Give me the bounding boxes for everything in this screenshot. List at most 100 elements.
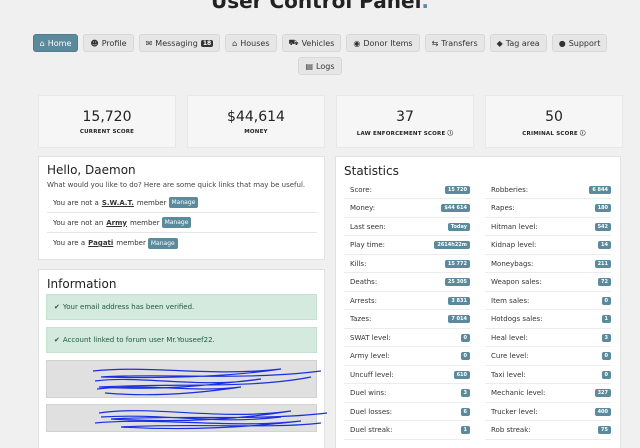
stat-row-value-badge: 15 720 xyxy=(444,185,470,194)
stat-row-label: Trucker level: xyxy=(491,407,538,416)
stat-row-label: Deaths: xyxy=(350,278,378,286)
manage-army-button[interactable]: Manage xyxy=(161,217,192,228)
stat-row-label: Taxi level: xyxy=(491,370,526,379)
stat-row-label: Hotdogs sales: xyxy=(491,315,543,323)
stat-row-label: Uncuff level: xyxy=(350,370,394,379)
membership-text: member xyxy=(136,198,167,207)
nav-support-button[interactable]: ● Support xyxy=(551,34,608,52)
stat-row: Trucker level: 400 xyxy=(485,403,611,421)
group-link[interactable]: S.W.A.T. xyxy=(102,199,134,207)
stat-row-value-badge: 72 xyxy=(598,278,611,286)
nav-tag-area-button[interactable]: ◆ Tag area xyxy=(489,34,547,52)
nav-houses-button[interactable]: ⌂ Houses xyxy=(225,34,277,52)
statistics-card: Statistics Score: 15 720 Money: $44 614 Last… xyxy=(335,156,621,448)
membership-row: You are not an Army member Manage xyxy=(47,213,317,233)
nav-bar-row-2: ▤ Logs xyxy=(0,57,640,75)
car-icon: ⛟ xyxy=(288,38,299,47)
stat-row-label: Army level: xyxy=(350,352,390,360)
stat-row-label: Kidnap level: xyxy=(491,241,537,249)
stat-row: Tazes: 7 014 xyxy=(344,311,470,329)
membership-text: You are a xyxy=(53,239,86,247)
stat-row: Play time: 2614h22m xyxy=(344,237,470,255)
information-title: Information xyxy=(47,277,117,291)
stat-row: Moneybags: 211 xyxy=(485,255,611,273)
stat-row-value-badge: 0 xyxy=(601,370,611,379)
stat-row-value-badge: 0 xyxy=(601,296,611,305)
check-circle-icon: ✔ xyxy=(54,336,60,344)
nav-vehicles-button[interactable]: ⛟ Vehicles xyxy=(281,34,342,52)
manage-swat-button[interactable]: Manage xyxy=(168,197,199,208)
stat-row: Deaths: 25 305 xyxy=(344,274,470,292)
stat-row: Uncuff level: 610 xyxy=(344,366,470,384)
current-score-card: 15,720 CURRENT SCORE xyxy=(38,95,176,148)
messages-count-badge: 18 xyxy=(200,39,214,47)
stat-row-label: Robberies: xyxy=(491,185,529,194)
stat-value: 37 xyxy=(396,109,414,125)
stat-label: CRIMINAL SCORE ⓘ xyxy=(522,131,586,137)
home-icon: ⌂ xyxy=(232,38,238,48)
stat-row-value-badge: 3 xyxy=(601,333,611,342)
stat-row-value-badge: 610 xyxy=(453,370,470,379)
stat-row: Duel wins: 3 xyxy=(344,385,470,403)
information-card: Information ✔ Your email address has been… xyxy=(38,269,328,448)
stat-row: SWAT level: 0 xyxy=(344,329,470,347)
stat-row-label: Duel streak: xyxy=(350,426,393,434)
nav-home-button[interactable]: ⌂ Home xyxy=(32,34,79,52)
forum-linked-alert: ✔ Account linked to forum user Mr.Youseef… xyxy=(46,327,317,353)
membership-text: member xyxy=(130,218,160,227)
stat-row: Item sales: 0 xyxy=(485,292,611,310)
stat-row-value-badge: 400 xyxy=(594,407,611,416)
stat-row-value-badge: 1 xyxy=(460,426,470,434)
money-card: $44,614 MONEY xyxy=(187,95,325,148)
stat-row: Money: $44 614 xyxy=(344,200,470,218)
stat-row-label: Moneybags: xyxy=(491,259,534,268)
stat-row-value-badge: 0 xyxy=(460,352,470,360)
page-title: User Control Panel. xyxy=(210,0,430,13)
group-link[interactable]: Pagati xyxy=(88,239,113,247)
stat-row-label: Rob streak: xyxy=(491,426,531,434)
stat-row: Hotdogs sales: 1 xyxy=(485,311,611,329)
membership-text: You are not an xyxy=(53,218,104,227)
stat-row: Cure level: 0 xyxy=(485,348,611,366)
statistics-title: Statistics xyxy=(344,164,399,178)
stat-row: Heal level: 3 xyxy=(485,329,611,347)
stat-row-value-badge: 542 xyxy=(594,222,611,231)
nav-messaging-button[interactable]: ✉ Messaging 18 xyxy=(138,34,221,52)
stat-row-value-badge: 15 772 xyxy=(444,259,470,268)
stat-row-value-badge: 3 831 xyxy=(448,296,470,305)
stat-row: Kidnap level: 14 xyxy=(485,237,611,255)
stat-row-value-badge: 1 xyxy=(601,315,611,323)
stat-row: Robberies: 6 844 xyxy=(485,181,611,199)
stat-row: Mechanic level: 327 xyxy=(485,385,611,403)
nav-transfers-button[interactable]: ⇆ Transfers xyxy=(424,34,485,52)
chat-icon: ● xyxy=(558,38,566,48)
stat-row-label: Last seen: xyxy=(350,222,386,231)
group-link[interactable]: Army xyxy=(106,219,127,227)
hello-subtitle: What would you like to do? Here are some… xyxy=(47,181,306,189)
stat-row-label: Hitman level: xyxy=(491,222,538,231)
membership-text: You are not a xyxy=(53,198,99,207)
stat-row: Duel losses: 6 xyxy=(344,403,470,421)
nav-logs-button[interactable]: ▤ Logs xyxy=(298,57,342,75)
stat-row-label: Weapon sales: xyxy=(491,278,542,286)
email-verified-alert: ✔ Your email address has been verified. xyxy=(46,294,317,320)
stat-row-label: Play time: xyxy=(350,241,385,249)
stat-row-label: Kills: xyxy=(350,259,367,268)
stat-row-value-badge: 211 xyxy=(594,259,611,268)
check-circle-icon: ✔ xyxy=(54,303,60,311)
stat-value: 50 xyxy=(545,109,563,125)
nav-donor-items-button[interactable]: ◉ Donor Items xyxy=(346,34,420,52)
stat-row: Weapon sales: 72 xyxy=(485,274,611,292)
stat-row-label: Mechanic level: xyxy=(491,389,546,397)
stat-row-value-badge: 7 014 xyxy=(448,315,470,323)
stat-label: CURRENT SCORE xyxy=(79,129,135,135)
stat-row-label: Duel losses: xyxy=(350,407,393,416)
stat-row: Army level: 0 xyxy=(344,348,470,366)
redaction-scribble xyxy=(92,368,328,430)
stat-row-label: Duel wins: xyxy=(350,389,387,397)
criminal-score-card: 50 CRIMINAL SCORE ⓘ xyxy=(485,95,623,148)
arrows-icon: ⇆ xyxy=(431,38,439,48)
manage-pagati-button[interactable]: Manage xyxy=(147,237,178,249)
gamepad-icon: ◉ xyxy=(353,38,361,48)
nav-profile-button[interactable]: ☻ Profile xyxy=(83,34,134,52)
